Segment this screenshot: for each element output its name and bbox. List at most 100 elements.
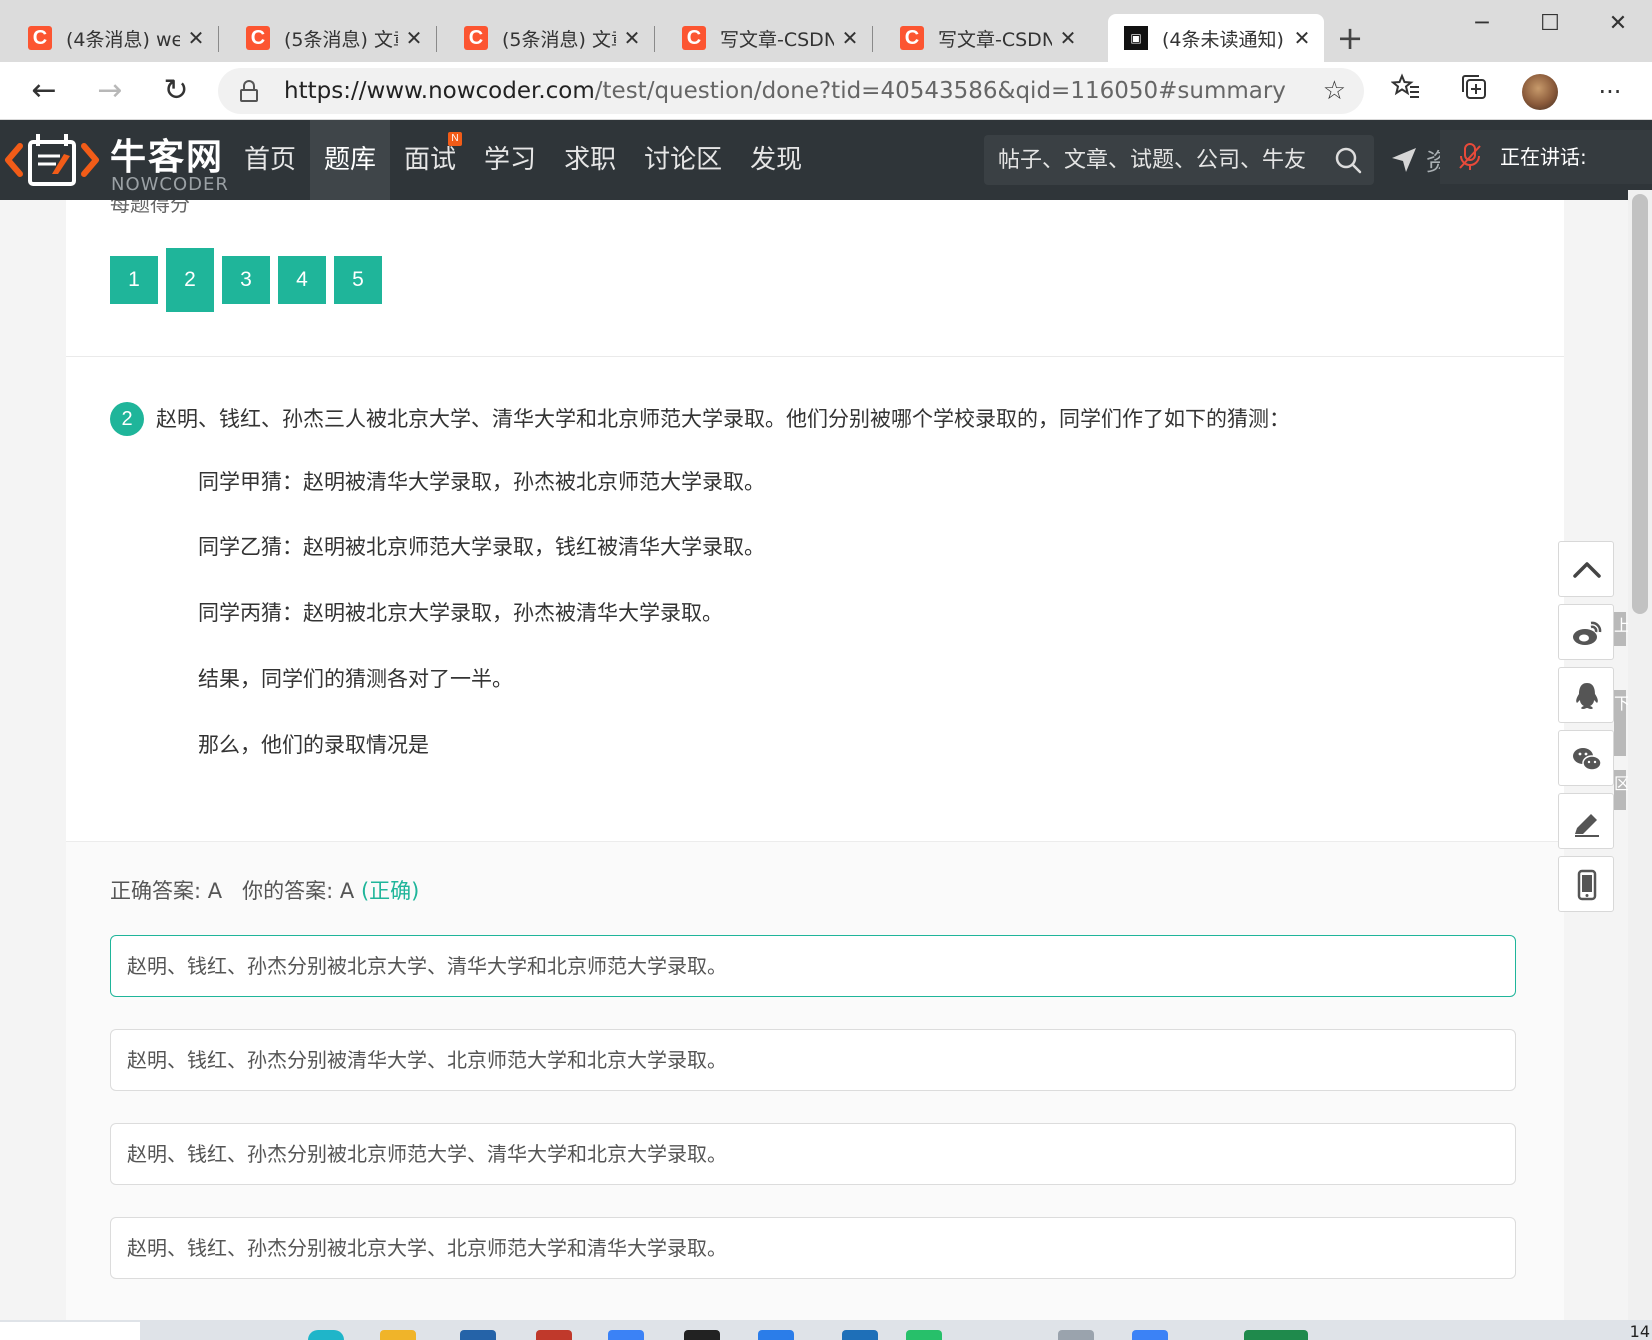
back-to-top-icon: [1573, 562, 1601, 578]
share-qq-button[interactable]: [1558, 667, 1614, 723]
collections-icon[interactable]: [1454, 72, 1494, 112]
taskbar-app-icon[interactable]: [380, 1330, 416, 1340]
taskbar-app-icon[interactable]: [460, 1330, 496, 1340]
tab-title: (5条消息) 文章: [284, 28, 398, 51]
search-input[interactable]: [984, 135, 1314, 185]
question-line: 结果，同学们的猜测各对了一半。: [198, 667, 513, 691]
side-peek-tab[interactable]: 上: [1614, 612, 1630, 646]
taskbar-search-area[interactable]: [0, 1322, 140, 1340]
option-d[interactable]: 赵明、钱红、孙杰分别被北京大学、北京师范大学和清华大学录取。: [110, 1217, 1516, 1279]
divider: [66, 356, 1564, 357]
more-icon[interactable]: ···: [1590, 72, 1630, 112]
tab-close-icon[interactable]: ✕: [840, 26, 860, 50]
tab-title: 写文章-CSDN博: [938, 28, 1052, 51]
logo-text: 牛客网: [110, 137, 225, 178]
tab-close-icon[interactable]: ✕: [1058, 26, 1078, 50]
mic-muted-icon[interactable]: [1456, 142, 1484, 172]
site-header: 牛客网 NOWCODER 首页 题库 面试N 学习 求职 讨论区 发现 资: [0, 120, 1652, 200]
question-number-button-current[interactable]: 2: [166, 248, 214, 312]
add-favorite-icon[interactable]: ☆: [1323, 68, 1346, 114]
option-a[interactable]: 赵明、钱红、孙杰分别被北京大学、清华大学和北京师范大学录取。: [110, 935, 1516, 997]
taskbar-app-icon[interactable]: [536, 1330, 572, 1340]
question-number-button[interactable]: 3: [222, 256, 270, 304]
browser-tab[interactable]: C 写文章-CSDN博 ✕: [654, 14, 872, 62]
new-badge: N: [448, 132, 463, 146]
refresh-button[interactable]: ↻: [154, 70, 198, 112]
search-icon[interactable]: [1334, 146, 1362, 174]
new-tab-button[interactable]: +: [1328, 18, 1372, 58]
question-panel: 每题得分 1 2 3 4 5 2 赵明、钱红、孙杰三人被北京大学、清华大学和北京…: [66, 200, 1564, 1320]
url-path: /test/question/done?tid=40543586&qid=116…: [594, 78, 1286, 104]
nav-item-jobs[interactable]: 求职: [550, 120, 630, 200]
nav-item-question-bank[interactable]: 题库: [310, 120, 391, 200]
csdn-icon: C: [900, 26, 924, 50]
taskbar-app-icon[interactable]: [684, 1330, 720, 1340]
tab-close-icon[interactable]: ✕: [1292, 26, 1312, 50]
taskbar-app-icon[interactable]: [1058, 1330, 1094, 1340]
tab-strip: C (4条消息) weixi ✕ C (5条消息) 文章 ✕ C (5条消息) …: [0, 0, 1652, 62]
taskbar-app-icon[interactable]: [758, 1330, 794, 1340]
nav-item-home[interactable]: 首页: [230, 120, 310, 200]
url-text[interactable]: https://www.nowcoder.com/test/question/d…: [284, 68, 1286, 114]
nowcoder-logo[interactable]: 牛客网 NOWCODER: [4, 120, 228, 200]
share-weibo-button[interactable]: [1558, 604, 1614, 660]
nav-item-learn[interactable]: 学习: [470, 120, 550, 200]
nav-item-forum[interactable]: 讨论区: [630, 120, 736, 200]
csdn-icon: C: [246, 26, 270, 50]
taskbar-app-icon[interactable]: [1132, 1330, 1168, 1340]
nav-item-interview[interactable]: 面试 N: [390, 120, 470, 200]
wechat-icon: [1573, 748, 1602, 771]
browser-tab[interactable]: C (5条消息) 文章 ✕: [218, 14, 436, 62]
answer-section: 正确答案: A 你的答案: A (正确) 赵明、钱红、孙杰分别被北京大学、清华大…: [66, 841, 1564, 1320]
option-b[interactable]: 赵明、钱红、孙杰分别被清华大学、北京师范大学和北京大学录取。: [110, 1029, 1516, 1091]
tab-close-icon[interactable]: ✕: [404, 26, 424, 50]
minimize-button[interactable]: ─: [1446, 4, 1518, 44]
close-window-button[interactable]: ✕: [1582, 4, 1652, 44]
mobile-button[interactable]: [1558, 856, 1614, 912]
lock-icon[interactable]: [240, 80, 258, 102]
taskbar-app-icon[interactable]: [608, 1330, 644, 1340]
tab-close-icon[interactable]: ✕: [186, 26, 206, 50]
logo-mark-icon: [5, 134, 99, 186]
nav-item-discover[interactable]: 发现: [736, 120, 816, 200]
question-number-list: 1 2 3 4 5: [110, 248, 390, 312]
share-wechat-button[interactable]: [1558, 730, 1614, 786]
browser-tab[interactable]: C (5条消息) 文章 ✕: [436, 14, 654, 62]
forward-button[interactable]: →: [88, 70, 132, 112]
url-host: https://www.nowcoder.com: [284, 78, 595, 104]
back-to-top-button[interactable]: [1558, 541, 1614, 597]
browser-tab[interactable]: C (4条消息) weixi ✕: [0, 14, 218, 62]
side-peek-tab[interactable]: 下: [1614, 690, 1630, 756]
tab-close-icon[interactable]: ✕: [622, 26, 642, 50]
scrollbar-thumb[interactable]: [1632, 194, 1648, 614]
question-number-button[interactable]: 4: [278, 256, 326, 304]
maximize-button[interactable]: ☐: [1514, 4, 1586, 44]
csdn-icon: C: [28, 26, 52, 50]
taskbar-app-icon[interactable]: [842, 1330, 878, 1340]
option-c[interactable]: 赵明、钱红、孙杰分别被北京师范大学、清华大学和北京大学录取。: [110, 1123, 1516, 1185]
answer-summary: 正确答案: A 你的答案: A (正确): [110, 875, 419, 905]
taskbar-app-icon[interactable]: [906, 1330, 942, 1340]
edit-button[interactable]: [1558, 793, 1614, 849]
tab-title: (4条消息) weixi: [66, 28, 180, 51]
send-icon[interactable]: [1390, 146, 1418, 174]
side-peek-tab[interactable]: 区: [1614, 770, 1630, 810]
score-label: 每题得分: [110, 200, 190, 216]
back-button[interactable]: ←: [22, 70, 66, 112]
favorites-icon[interactable]: [1386, 72, 1426, 112]
nowcoder-icon: ▣: [1124, 26, 1148, 50]
taskbar-app-icon[interactable]: [1244, 1330, 1308, 1340]
question-number-button[interactable]: 5: [334, 256, 382, 304]
question-number-button[interactable]: 1: [110, 256, 158, 304]
question-stem: 赵明、钱红、孙杰三人被北京大学、清华大学和北京师范大学录取。他们分别被哪个学校录…: [156, 407, 1290, 431]
profile-avatar[interactable]: [1522, 74, 1558, 110]
browser-tab[interactable]: C 写文章-CSDN博 ✕: [872, 14, 1090, 62]
taskbar-app-icon[interactable]: [308, 1330, 344, 1340]
tab-title: (4条未读通知): [1162, 28, 1284, 51]
logo-subtitle: NOWCODER: [111, 174, 229, 195]
address-bar[interactable]: https://www.nowcoder.com/test/question/d…: [218, 68, 1364, 114]
browser-tab-active[interactable]: ▣ (4条未读通知) ✕: [1108, 14, 1324, 62]
nav-item-label: 面试: [404, 145, 457, 175]
main-nav: 首页 题库 面试 N 学习 求职 讨论区 发现: [230, 120, 816, 200]
speaking-indicator: 正在讲话:: [1440, 130, 1652, 184]
